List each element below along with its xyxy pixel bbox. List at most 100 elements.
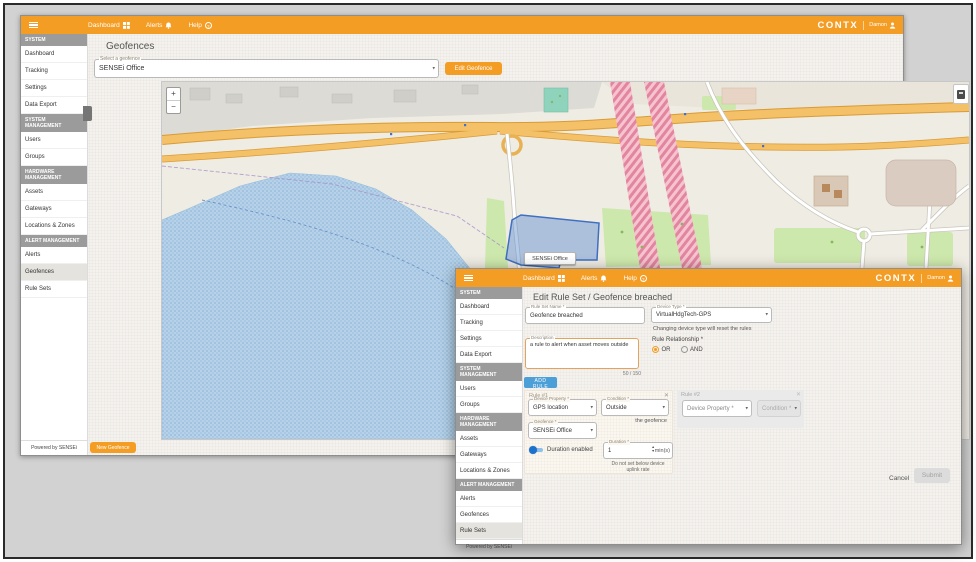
duration-toggle[interactable]: Duration enabled — [529, 446, 593, 454]
map-pink-building — [722, 88, 756, 104]
sidebar-section-system: SYSTEM — [456, 287, 522, 299]
rule-1-geofence-value: SENSEi Office — [533, 423, 572, 438]
device-type-select[interactable]: Device Type * VirtualHdgTech-GPS ▾ — [651, 307, 772, 323]
duration-unit: min(s) — [655, 448, 670, 454]
powered-by-footer: Powered by SENSEi — [21, 440, 87, 455]
chevron-down-icon: ▾ — [662, 405, 665, 410]
sidebar-item-tracking[interactable]: Tracking — [456, 315, 522, 331]
rule-1-geofence-select[interactable]: Geofence * SENSEi Office ▾ — [528, 422, 597, 439]
nav-alerts[interactable]: Alerts — [146, 22, 173, 29]
nav-dashboard-label: Dashboard — [88, 22, 120, 29]
device-type-value: VirtualHdgTech-GPS — [656, 308, 711, 322]
nav-dashboard[interactable]: Dashboard — [88, 22, 130, 29]
nav-dashboard[interactable]: Dashboard — [523, 275, 565, 282]
stepper-down-icon[interactable]: ▾ — [652, 450, 654, 454]
poi-icon — [957, 90, 965, 99]
zoom-out-button[interactable]: − — [167, 101, 180, 113]
rule-relationship-radios: OR AND — [652, 346, 703, 353]
geofence-select-value: SENSEi Office — [99, 60, 144, 77]
chevron-down-icon: ▾ — [794, 406, 797, 411]
top-nav-items: Dashboard Alerts Help ? — [523, 275, 647, 282]
sidebar-item-gateways[interactable]: Gateways — [456, 447, 522, 463]
bell-icon — [165, 22, 172, 29]
sidebar-item-settings[interactable]: Settings — [21, 80, 87, 97]
duration-toggle-label: Duration enabled — [547, 447, 593, 453]
sidebar-item-alerts[interactable]: Alerts — [456, 491, 522, 507]
sidebar-item-users[interactable]: Users — [21, 132, 87, 149]
top-nav-bar: Dashboard Alerts Help ? CONTX Damon — [21, 16, 903, 34]
powered-by-footer: Powered by SENSEi — [456, 539, 522, 554]
nav-help[interactable]: Help ? — [188, 22, 211, 29]
sidebar-item-gateways[interactable]: Gateways — [21, 201, 87, 218]
sidebar-item-rule-sets[interactable]: Rule Sets — [21, 281, 87, 298]
sidebar-item-data-export[interactable]: Data Export — [456, 347, 522, 363]
rule-1-device-property-select[interactable]: Device Property * GPS location ▾ — [528, 399, 597, 416]
nav-help-label: Help — [188, 22, 201, 29]
sidebar-item-locations-zones[interactable]: Locations & Zones — [456, 463, 522, 479]
new-geofence-button[interactable]: New Geofence — [90, 442, 136, 453]
duration-stepper[interactable]: ▴ ▾ — [652, 446, 654, 454]
zoom-in-button[interactable]: + — [167, 88, 180, 101]
rule-set-name-value: Geofence breached — [530, 308, 583, 323]
map-poi-marker[interactable] — [953, 84, 969, 104]
rule-1-card: Rule #1 ✕ Device Property * GPS location… — [524, 390, 673, 474]
rule-1-condition-select[interactable]: Condition * Outside ▾ — [601, 399, 669, 416]
sidebar-item-assets[interactable]: Assets — [21, 184, 87, 201]
sidebar-item-alerts[interactable]: Alerts — [21, 247, 87, 264]
rule-2-condition-placeholder: Condition * — [762, 401, 791, 416]
duration-input[interactable]: Duration * 1 ▴ ▾ min(s) — [603, 442, 673, 459]
bell-icon — [600, 275, 607, 282]
hamburger-menu-icon[interactable] — [464, 275, 473, 282]
sidebar-item-assets[interactable]: Assets — [456, 431, 522, 447]
nav-dashboard-label: Dashboard — [523, 275, 555, 282]
hamburger-menu-icon[interactable] — [29, 22, 38, 29]
description-textarea[interactable]: Description a rule to alert when asset m… — [525, 338, 639, 369]
rule-relationship-label: Rule Relationship * — [652, 337, 703, 343]
submit-button[interactable]: Submit — [914, 468, 950, 483]
rule-1-condition-helper: the geofence — [601, 418, 667, 424]
sidebar-item-users[interactable]: Users — [456, 381, 522, 397]
radio-and-label: AND — [690, 347, 703, 353]
sidebar-item-tracking[interactable]: Tracking — [21, 63, 87, 80]
nav-help[interactable]: Help ? — [623, 275, 646, 282]
user-menu[interactable]: Damon — [869, 22, 896, 29]
sidebar-item-rule-sets[interactable]: Rule Sets — [456, 523, 522, 539]
brand-separator — [863, 21, 864, 30]
rule-2-card: Rule #2 ✕ Device Property * ▾ Condition … — [677, 390, 804, 428]
rule-2-condition-select[interactable]: Condition * ▾ — [757, 400, 801, 417]
geofence-map-label[interactable]: SENSEi Office — [524, 252, 576, 265]
sidebar-item-data-export[interactable]: Data Export — [21, 97, 87, 114]
sidebar-item-geofences[interactable]: Geofences — [456, 507, 522, 523]
geofence-select[interactable]: Select a geofence SENSEi Office ▾ — [94, 59, 439, 78]
rule-2-title: Rule #2 — [681, 392, 700, 398]
sidebar-section-system-management: SYSTEM MANAGEMENT — [21, 114, 87, 132]
chevron-down-icon: ▾ — [432, 66, 435, 71]
sidebar-item-locations-zones[interactable]: Locations & Zones — [21, 218, 87, 235]
user-menu[interactable]: Damon — [927, 275, 954, 282]
rule-set-name-input[interactable]: Rule Set Name * Geofence breached — [525, 307, 645, 324]
cancel-button[interactable]: Cancel — [883, 474, 915, 483]
rule-2-close-icon[interactable]: ✕ — [796, 391, 801, 398]
user-name: Damon — [869, 22, 887, 28]
radio-or-control — [652, 346, 659, 353]
duration-value: 1 — [608, 443, 611, 458]
rule-2-device-property-select[interactable]: Device Property * ▾ — [682, 400, 752, 417]
sidebar-item-settings[interactable]: Settings — [456, 331, 522, 347]
edit-geofence-button[interactable]: Edit Geofence — [445, 62, 502, 75]
nav-alerts[interactable]: Alerts — [581, 275, 608, 282]
radio-and[interactable]: AND — [681, 346, 703, 353]
radio-or[interactable]: OR — [652, 346, 671, 353]
sidebar-section-alert-management: ALERT MANAGEMENT — [456, 479, 522, 491]
rule-2-device-property-placeholder: Device Property * — [687, 401, 734, 416]
brand-logo: CONTX — [818, 20, 859, 31]
add-rule-button[interactable]: ADD RULE — [524, 377, 557, 388]
sidebar-section-hardware-management: HARDWARE MANAGEMENT — [21, 166, 87, 184]
sidebar-item-groups[interactable]: Groups — [456, 397, 522, 413]
rule-1-close-icon[interactable]: ✕ — [664, 392, 669, 399]
panel-collapse-handle[interactable] — [83, 106, 92, 121]
sidebar-section-alert-management: ALERT MANAGEMENT — [21, 235, 87, 247]
sidebar-item-dashboard[interactable]: Dashboard — [456, 299, 522, 315]
sidebar-item-geofences[interactable]: Geofences — [21, 264, 87, 281]
sidebar-item-dashboard[interactable]: Dashboard — [21, 46, 87, 63]
sidebar-item-groups[interactable]: Groups — [21, 149, 87, 166]
